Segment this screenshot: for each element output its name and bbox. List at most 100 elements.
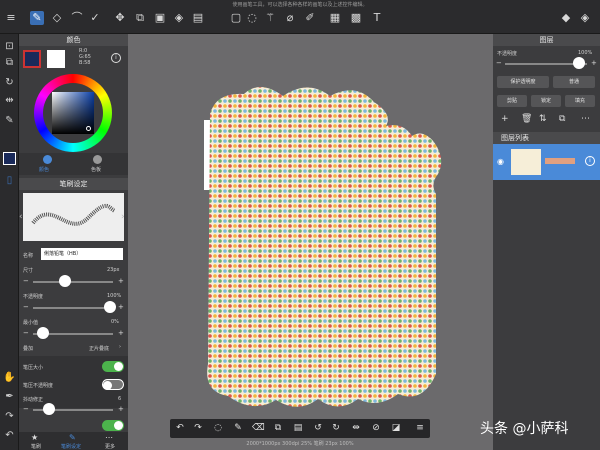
palette-tab-label[interactable]: 色板 — [91, 166, 101, 173]
pressure-opacity-toggle[interactable] — [102, 379, 124, 390]
brush-settings-tab-icon[interactable]: ✎ — [69, 433, 76, 442]
transform-tool-icon[interactable]: ⧉ — [133, 11, 147, 25]
brush-prev-icon[interactable]: ‹ — [19, 212, 23, 222]
more-tab-label[interactable]: 更多 — [105, 443, 115, 450]
menu-icon[interactable]: ≡ — [4, 11, 18, 25]
correction-minus-icon[interactable]: − — [23, 405, 29, 413]
more-layer-icon[interactable]: ⋯ — [581, 114, 590, 124]
size-slider-track[interactable] — [33, 281, 113, 283]
dotted-shape[interactable] — [198, 74, 448, 414]
min-minus-icon[interactable]: − — [23, 329, 29, 337]
fill-tool-icon[interactable]: ▣ — [153, 11, 167, 25]
layers-icon[interactable]: ◈ — [578, 11, 592, 25]
layer-opacity-minus-icon[interactable]: − — [496, 59, 502, 67]
color-tab-icon[interactable] — [43, 155, 52, 164]
delete-layer-icon[interactable]: 🗑 — [521, 114, 532, 124]
canvas-area[interactable] — [128, 34, 493, 450]
blend-mode-button[interactable]: 普通 — [553, 76, 595, 88]
gradient-tool-icon[interactable]: ▤ — [191, 11, 205, 25]
color-swap-icon[interactable]: ▯ — [3, 174, 16, 187]
fill-button[interactable]: 填充 — [565, 95, 595, 107]
correction-slider-knob[interactable] — [43, 403, 55, 415]
primary-color-swatch[interactable] — [23, 50, 41, 68]
opacity-minus-icon[interactable]: − — [23, 303, 29, 311]
opacity-plus-icon[interactable]: + — [118, 303, 124, 311]
undo-bottom-icon[interactable]: ↶ — [174, 422, 186, 434]
undo-icon[interactable]: ↶ — [3, 429, 16, 442]
layer-panel-icon[interactable]: ⧉ — [3, 56, 16, 69]
more-tab-icon[interactable]: ⋯ — [105, 433, 113, 442]
brush-tool-icon[interactable]: ✎ — [30, 11, 44, 25]
redo-icon[interactable]: ↷ — [3, 410, 16, 423]
blend-label: 叠加 — [23, 346, 34, 352]
eraser-tool-icon[interactable]: ◇ — [50, 11, 64, 25]
size-slider-knob[interactable] — [59, 275, 71, 287]
opacity-slider-knob[interactable] — [104, 301, 116, 313]
redo-bottom-icon[interactable]: ↷ — [192, 422, 204, 434]
secondary-color-swatch[interactable] — [47, 50, 65, 68]
snap-icon[interactable]: ◪ — [390, 422, 402, 434]
menu-bottom-icon[interactable]: ≡ — [414, 422, 426, 434]
selection-icon[interactable]: ◌ — [212, 422, 224, 434]
layer-opacity-plus-icon[interactable]: + — [591, 59, 597, 67]
rotate-left-icon[interactable]: ↺ — [312, 422, 324, 434]
color-tab-label[interactable]: 颜色 — [39, 166, 49, 173]
min-slider-knob[interactable] — [37, 327, 49, 339]
pressure-size-toggle[interactable] — [102, 361, 124, 372]
paste-icon[interactable]: ▤ — [292, 422, 304, 434]
move-tool-icon[interactable]: ✥ — [113, 11, 127, 25]
text-icon[interactable]: T — [370, 11, 384, 25]
brush-tab-label[interactable]: 笔刷 — [31, 443, 41, 450]
bucket-tool-icon[interactable]: ◈ — [172, 11, 186, 25]
color-wheel[interactable] — [34, 74, 112, 152]
protect-alpha-button[interactable]: 保护透明度 — [497, 76, 549, 88]
brush-settings-tab-label[interactable]: 笔刷设定 — [61, 443, 81, 450]
size-minus-icon[interactable]: − — [23, 277, 29, 285]
layer-info-icon[interactable]: i — [585, 156, 595, 166]
layer-opacity-knob[interactable] — [573, 57, 585, 69]
rotate-icon[interactable]: ↻ — [3, 76, 16, 89]
hand-icon[interactable]: ✋ — [3, 371, 16, 384]
check-tool-icon[interactable]: ✓ — [88, 11, 102, 25]
size-plus-icon[interactable]: + — [118, 277, 124, 285]
copy-icon[interactable]: ⧉ — [272, 422, 284, 434]
opacity-slider-track[interactable] — [33, 307, 113, 309]
extra-toggle[interactable] — [102, 420, 124, 431]
speech-icon[interactable]: ◆ — [559, 11, 573, 25]
flip-icon[interactable]: ⇹ — [3, 94, 16, 107]
select-pen-icon[interactable]: ✐ — [303, 11, 317, 25]
layer-row[interactable]: ◉ i — [493, 144, 600, 180]
rotate-right-icon[interactable]: ↻ — [330, 422, 342, 434]
select-rect-icon[interactable]: ▢ — [229, 11, 243, 25]
min-plus-icon[interactable]: + — [118, 329, 124, 337]
eyedropper-icon[interactable]: ⌀ — [283, 11, 297, 25]
layer-visibility-icon[interactable]: ◉ — [497, 157, 504, 166]
edit-icon[interactable]: ✎ — [232, 422, 244, 434]
smudge-tool-icon[interactable]: ⌒ — [70, 11, 84, 25]
pen-icon[interactable]: ✎ — [3, 114, 16, 127]
clip-button[interactable]: 剪贴 — [497, 95, 527, 107]
frame-icon[interactable]: ▦ — [328, 11, 342, 25]
duplicate-layer-icon[interactable]: ⧉ — [559, 114, 565, 124]
correction-plus-icon[interactable]: + — [118, 405, 124, 413]
brush-next-icon[interactable]: › — [121, 212, 125, 222]
brush-name-field[interactable]: 俐落铅笔（HB） — [41, 248, 123, 260]
palette-tab-icon[interactable] — [93, 155, 102, 164]
clear-icon[interactable]: ⌫ — [252, 422, 265, 434]
no-snap-icon[interactable]: ⊘ — [370, 422, 382, 434]
lock-button[interactable]: 锁定 — [531, 95, 561, 107]
flip-horizontal-icon[interactable]: ⇹ — [350, 422, 362, 434]
blend-value[interactable]: 正片叠底 — [89, 345, 109, 352]
grid-icon[interactable]: ▩ — [349, 11, 363, 25]
nav-icon[interactable]: ⊡ — [3, 40, 16, 53]
color-picker-knob[interactable] — [86, 126, 91, 131]
blend-chevron-icon[interactable]: › — [119, 344, 121, 350]
brush-tab-icon[interactable]: ★ — [31, 433, 38, 442]
add-layer-icon[interactable]: + — [501, 114, 509, 124]
select-lasso-icon[interactable]: ◌ — [245, 11, 259, 25]
eyedropper-rail-icon[interactable]: ✒ — [3, 390, 16, 403]
info-icon[interactable]: i — [111, 53, 121, 63]
magic-wand-icon[interactable]: ⚚ — [263, 11, 277, 25]
foreground-color-swatch[interactable] — [3, 152, 16, 165]
move-layer-icon[interactable]: ⇅ — [539, 114, 547, 124]
